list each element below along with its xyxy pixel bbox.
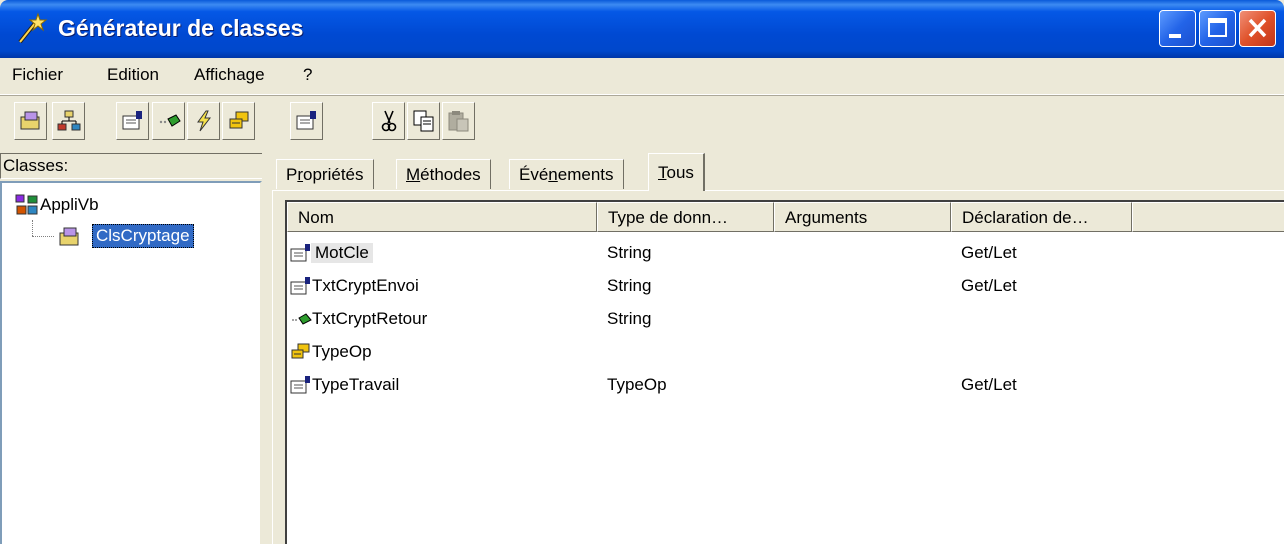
method-icon <box>292 313 312 325</box>
tree-item-clscryptage[interactable]: ClsCryptage <box>92 224 194 248</box>
tab-proprietes[interactable]: Propriétés <box>276 159 374 189</box>
list-row[interactable]: TxtCryptRetour String <box>287 303 1284 336</box>
column-header-declaration[interactable]: Déclaration de… <box>951 202 1132 232</box>
members-list[interactable]: Nom Type de donn… Arguments Déclaration … <box>285 200 1284 544</box>
list-row[interactable]: TypeOp <box>287 336 1284 369</box>
new-collection-button[interactable] <box>52 102 85 140</box>
row-declaration: Get/Let <box>961 276 1017 295</box>
new-class-button[interactable] <box>14 102 47 140</box>
tab-label: ements <box>557 165 614 184</box>
class-builder-window: Générateur de classes Fichier Edition Af… <box>0 0 1284 544</box>
menu-edition[interactable]: Edition <box>107 65 159 85</box>
tab-label: opriétés <box>303 165 364 184</box>
row-type: String <box>607 243 652 262</box>
tree-connector <box>32 220 33 236</box>
classes-label: Classes: <box>0 153 262 179</box>
menu-affichage[interactable]: Affichage <box>194 65 265 85</box>
row-name: TypeOp <box>312 342 372 361</box>
copy-icon <box>413 110 434 132</box>
tab-label: n <box>548 165 558 184</box>
maximize-button[interactable] <box>1199 10 1236 47</box>
list-row[interactable]: MotCle String Get/Let <box>287 237 1284 270</box>
collection-icon <box>57 110 81 131</box>
property-icon <box>290 277 310 295</box>
close-button[interactable] <box>1239 10 1276 47</box>
enum-icon <box>229 111 249 129</box>
new-enum-button[interactable] <box>222 102 255 140</box>
copy-button[interactable] <box>407 102 440 140</box>
property-icon <box>122 111 142 130</box>
properties-button[interactable] <box>290 102 323 140</box>
row-name: TxtCryptRetour <box>312 309 428 328</box>
row-type: TypeOp <box>607 375 667 394</box>
tab-evenements[interactable]: Événements <box>509 159 624 189</box>
tab-label: éthodes <box>420 165 481 184</box>
row-name: TxtCryptEnvoi <box>312 276 419 295</box>
row-name: TypeTravail <box>312 375 400 394</box>
row-name: MotCle <box>311 243 373 263</box>
tab-label: P <box>286 165 298 184</box>
column-header-nom[interactable]: Nom <box>287 202 597 232</box>
toolbar <box>0 95 1284 150</box>
wand-icon <box>18 12 48 44</box>
tab-tous[interactable]: Tous <box>648 153 705 191</box>
classes-tree[interactable]: AppliVb ClsCryptage <box>0 181 262 544</box>
column-header-empty <box>1132 202 1284 232</box>
column-header-type[interactable]: Type de donn… <box>597 202 774 232</box>
tab-label: ous <box>666 163 694 182</box>
tree-connector <box>32 236 54 237</box>
row-declaration: Get/Let <box>961 243 1017 262</box>
menu-help[interactable]: ? <box>303 65 312 85</box>
new-method-button[interactable] <box>152 102 185 140</box>
menu-bar: Fichier Edition Affichage ? <box>0 58 1284 95</box>
window-title: Générateur de classes <box>58 15 304 41</box>
new-event-button[interactable] <box>187 102 220 140</box>
method-icon <box>159 114 181 127</box>
list-header: Nom Type de donn… Arguments Déclaration … <box>287 202 1284 232</box>
column-header-arguments[interactable]: Arguments <box>774 202 951 232</box>
project-icon <box>15 194 38 215</box>
property-icon <box>290 244 310 262</box>
cut-button[interactable] <box>372 102 405 140</box>
tree-root-applivb[interactable]: AppliVb <box>40 195 99 215</box>
tab-label: M <box>406 165 421 184</box>
minimize-icon <box>1169 34 1181 38</box>
class-icon <box>20 111 40 130</box>
paste-button[interactable] <box>442 102 475 140</box>
maximize-icon <box>1208 18 1227 37</box>
new-property-button[interactable] <box>116 102 149 140</box>
row-type: String <box>607 276 652 295</box>
close-icon <box>1248 18 1267 38</box>
tab-label: Évé <box>519 165 549 184</box>
list-row[interactable]: TxtCryptEnvoi String Get/Let <box>287 270 1284 303</box>
event-icon <box>197 110 212 132</box>
row-declaration: Get/Let <box>961 375 1017 394</box>
properties-icon <box>296 111 316 130</box>
property-icon <box>290 376 310 394</box>
minimize-button[interactable] <box>1159 10 1196 47</box>
list-row[interactable]: TypeTravail TypeOp Get/Let <box>287 369 1284 402</box>
paste-icon <box>448 111 469 132</box>
enum-icon <box>291 343 310 359</box>
class-icon <box>59 227 79 246</box>
cut-icon <box>381 110 397 132</box>
title-bar[interactable]: Générateur de classes <box>0 0 1284 58</box>
menu-fichier[interactable]: Fichier <box>12 65 63 85</box>
tab-methodes[interactable]: Méthodes <box>396 159 491 189</box>
tab-label: T <box>658 163 667 182</box>
row-type: String <box>607 309 652 328</box>
